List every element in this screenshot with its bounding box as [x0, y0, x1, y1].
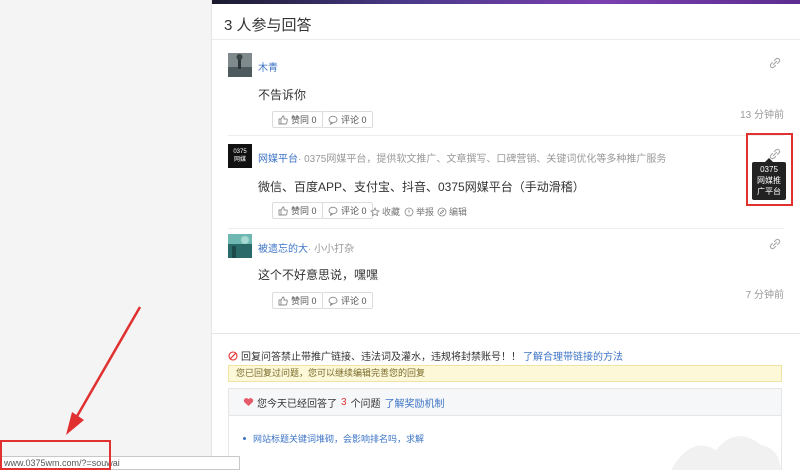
answer-username[interactable]: 木青 [258, 59, 278, 74]
thumbs-up-icon [278, 206, 288, 215]
reward-count: 3 [341, 396, 347, 408]
like-label: 赞同 0 [291, 115, 317, 125]
tooltip-line: 0375 [760, 165, 778, 174]
answer-item: 木青 不告诉你 13 分钟前 赞同 0 评论 0 [228, 53, 784, 130]
notice-text: 回复问答禁止带推广链接、违法词及灌水，违规将封禁账号！！ [241, 352, 521, 363]
collect-button[interactable]: 收藏 [370, 205, 400, 218]
comment-button[interactable]: 评论 0 [322, 202, 373, 219]
report-button[interactable]: 举报 [404, 205, 434, 218]
header-banner-strip [212, 0, 800, 4]
description-separator: · [308, 244, 312, 255]
report-icon [404, 207, 414, 216]
avatar[interactable]: 0375 网媒 [228, 144, 252, 168]
description-text: 0375网媒平台，提供软文推广、文章撰写、口碑营销、关键词优化等多种推广服务 [304, 154, 667, 165]
star-icon [370, 206, 380, 216]
comment-icon [328, 206, 338, 216]
comment-button[interactable]: 评论 0 [322, 292, 373, 309]
reply-footer: 回复问答禁止带推广链接、违法词及灌水，违规将封禁账号！！ 了解合理带链接的方法 … [212, 333, 800, 470]
divider [228, 135, 784, 136]
answer-text: 微信、百度APP、支付宝、抖音、0375网媒平台（手动滑稽） [258, 180, 585, 194]
like-button[interactable]: 赞同 0 [272, 292, 323, 309]
avatar-logo-text: 0375 网媒 [233, 149, 247, 163]
reward-header: 您今天已经回答了 3 个问题 了解奖励机制 [229, 389, 781, 416]
like-label: 赞同 0 [291, 206, 317, 216]
answer-user-description: · 小小打杂 [308, 240, 354, 255]
like-button[interactable]: 赞同 0 [272, 202, 323, 219]
answer-time: 7 分钟前 [745, 290, 784, 301]
description-separator: · [298, 154, 302, 165]
divider [228, 228, 784, 229]
comment-label: 评论 0 [341, 296, 367, 306]
reward-box: 您今天已经回答了 3 个问题 了解奖励机制 网站标题关键词堆砌，会影响排名吗，求… [228, 388, 782, 470]
edit-label: 编辑 [449, 207, 468, 217]
reward-prefix: 您今天已经回答了 [257, 398, 337, 410]
answer-item: 被遗忘的大 · 小小打杂 这个不好意思说，嘿嘿 7 分钟前 赞同 0 评论 0 [228, 234, 784, 314]
tooltip-line: 网媒推 [757, 176, 781, 185]
description-text: 小小打杂 [314, 244, 355, 255]
comment-label: 评论 0 [341, 206, 367, 216]
answer-text: 这个不好意思说，嘿嘿 [258, 268, 379, 282]
answer-time: 13 分钟前 [740, 110, 784, 121]
report-label: 举报 [416, 207, 435, 217]
annotation-status-highlight [0, 440, 111, 470]
tooltip-line: 广平台 [757, 187, 781, 196]
answer-username[interactable]: 网媒平台 [258, 150, 298, 165]
comment-icon [328, 115, 338, 125]
answer-text: 不告诉你 [258, 88, 307, 102]
comment-button[interactable]: 评论 0 [322, 111, 373, 128]
forbidden-icon [228, 350, 238, 361]
thumbs-up-icon [278, 296, 288, 305]
avatar[interactable] [228, 53, 252, 77]
link-icon[interactable] [768, 56, 782, 70]
like-button[interactable]: 赞同 0 [272, 111, 323, 128]
answer-user-description: · 0375网媒平台，提供软文推广、文章撰写、口碑营销、关键词优化等多种推广服务 [298, 150, 666, 165]
reply-notice: 回复问答禁止带推广链接、违法词及灌水，违规将封禁账号！！ 了解合理带链接的方法 [228, 348, 623, 363]
comment-label: 评论 0 [341, 115, 367, 125]
reward-suffix: 个问题 [350, 398, 381, 410]
avatar[interactable] [228, 234, 252, 258]
like-label: 赞同 0 [291, 296, 317, 306]
answer-count-title: 3 人参与回答 [212, 14, 800, 40]
answer-username[interactable]: 被遗忘的大 [258, 240, 308, 255]
collect-label: 收藏 [382, 207, 401, 217]
comment-icon [328, 296, 338, 306]
thumbs-up-icon [278, 115, 288, 124]
notice-link[interactable]: 了解合理带链接的方法 [523, 348, 623, 363]
edit-button[interactable]: 编辑 [437, 205, 467, 218]
reward-link[interactable]: 了解奖励机制 [385, 395, 445, 410]
heart-icon [243, 398, 254, 406]
reward-question-link[interactable]: 网站标题关键词堆砌，会影响排名吗，求解 [243, 432, 424, 445]
already-answered-notice: 您已回复过问题，您可以继续编辑完善您的回复 [228, 365, 782, 382]
username-tooltip: 0375 网媒推 广平台 [752, 158, 786, 200]
link-icon[interactable] [768, 237, 782, 251]
answers-panel: 3 人参与回答 木青 不告诉你 13 分钟前 赞同 0 评论 0 0375 网媒… [211, 0, 800, 470]
watermark-logo-icon [671, 436, 781, 470]
answer-item: 0375 网媒 网媒平台 · 0375网媒平台，提供软文推广、文章撰写、口碑营销… [228, 144, 784, 224]
edit-icon [437, 207, 447, 216]
